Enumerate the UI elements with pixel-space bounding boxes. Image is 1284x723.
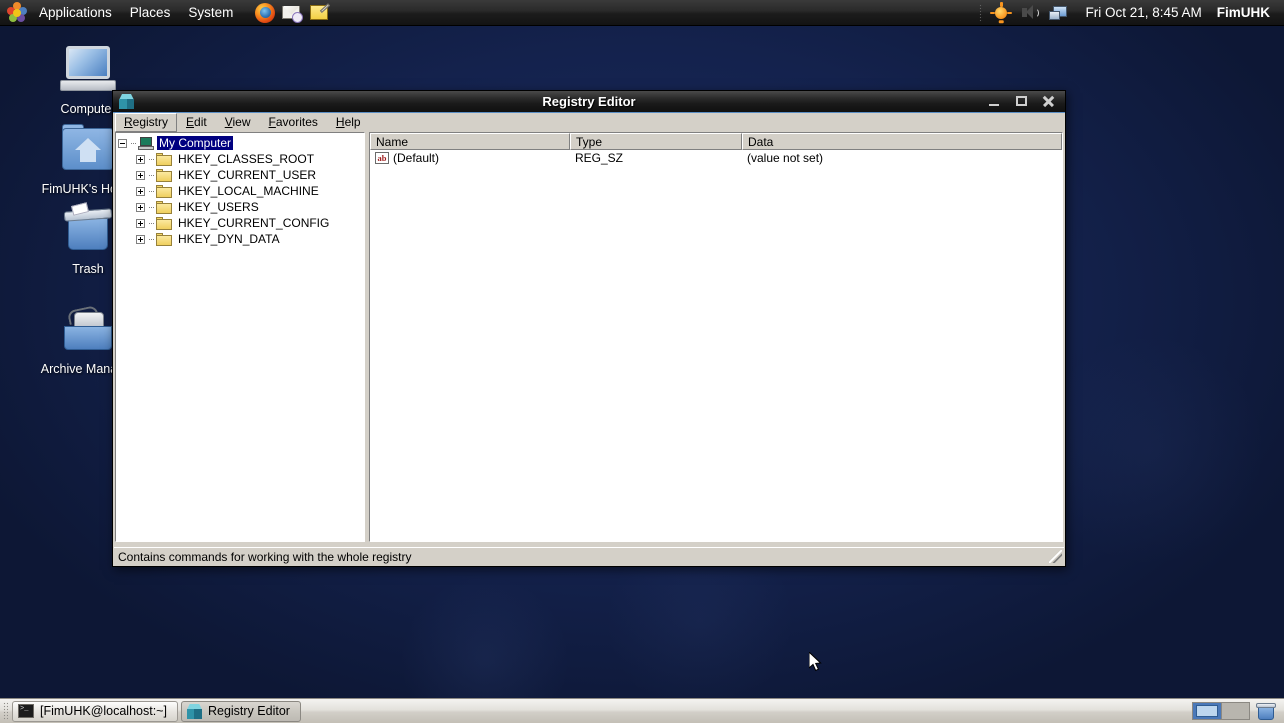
registry-cube-icon <box>119 94 134 109</box>
menu-registry[interactable]: Registry <box>115 112 178 132</box>
tree-item-hkey-current-user[interactable]: HKEY_CURRENT_USER <box>118 167 364 183</box>
tree-item-hkey-local-machine[interactable]: HKEY_LOCAL_MACHINE <box>118 183 364 199</box>
menu-view[interactable]: View <box>216 113 260 132</box>
column-header-name[interactable]: Name <box>370 133 570 150</box>
computer-tree-icon <box>138 136 154 150</box>
expand-icon[interactable] <box>136 186 145 196</box>
cell-name: ab (Default) <box>370 151 570 165</box>
taskbar-item-registry-editor-label: Registry Editor <box>207 704 290 718</box>
tree-line <box>131 142 136 144</box>
registry-editor-window: Registry Editor Registry Edit View Favor… <box>112 90 1066 567</box>
window-controls <box>988 95 1065 108</box>
cell-data: (value not set) <box>747 151 824 165</box>
evolution-mail-icon[interactable] <box>281 2 304 24</box>
brightness-icon[interactable] <box>990 1 1013 24</box>
window-body: My Computer HKEY_CLASSES_ROOT HKEY_CURRE… <box>113 132 1065 566</box>
tree-item-hkey-dyn-data[interactable]: HKEY_DYN_DATA <box>118 231 364 247</box>
list-rows: ab (Default) REG_SZ (value not set) <box>370 150 1062 166</box>
places-menu[interactable]: Places <box>121 2 180 24</box>
tree-line <box>149 238 154 240</box>
window-titlebar[interactable]: Registry Editor <box>113 91 1065 113</box>
menubar: Registry Edit View Favorites Help <box>113 112 1065 132</box>
panes: My Computer HKEY_CLASSES_ROOT HKEY_CURRE… <box>115 132 1063 542</box>
panel-grip <box>3 702 8 720</box>
folder-icon <box>156 184 172 198</box>
system-menu[interactable]: System <box>179 2 242 24</box>
tree-line <box>149 190 154 192</box>
folder-icon <box>156 200 172 214</box>
status-bar-text: Contains commands for working with the w… <box>118 549 412 564</box>
menu-help[interactable]: Help <box>327 113 370 132</box>
menu-favorites[interactable]: Favorites <box>260 113 327 132</box>
trash-applet-icon[interactable] <box>1256 702 1276 721</box>
expand-icon[interactable] <box>136 202 145 212</box>
tree-item-label: HKEY_CURRENT_CONFIG <box>178 216 330 230</box>
terminal-icon: >_ <box>18 704 34 718</box>
expand-icon[interactable] <box>136 218 145 228</box>
list-header: Name Type Data <box>370 133 1062 150</box>
tree-line <box>149 206 154 208</box>
table-row[interactable]: ab (Default) REG_SZ (value not set) <box>370 150 1062 166</box>
registry-cube-icon <box>186 703 202 719</box>
volume-icon[interactable] <box>1019 2 1041 24</box>
workspace-switcher[interactable] <box>1192 702 1250 720</box>
network-icon[interactable] <box>1048 2 1070 24</box>
panel-launchers <box>254 2 331 24</box>
column-header-data[interactable]: Data <box>742 133 1062 150</box>
folder-icon <box>156 232 172 246</box>
folder-icon <box>156 216 172 230</box>
string-value-icon: ab <box>375 152 389 164</box>
tree-item-label: HKEY_CLASSES_ROOT <box>178 152 315 166</box>
cell-type: REG_SZ <box>575 151 624 165</box>
text-editor-icon[interactable] <box>308 2 331 24</box>
taskbar-item-registry-editor[interactable]: Registry Editor <box>180 700 301 722</box>
clock[interactable]: Fri Oct 21, 8:45 AM <box>1077 5 1209 20</box>
minimize-button[interactable] <box>988 95 1001 108</box>
menu-edit[interactable]: Edit <box>177 113 216 132</box>
column-header-type[interactable]: Type <box>570 133 742 150</box>
status-bar: Contains commands for working with the w… <box>114 547 1064 565</box>
tree-item-hkey-current-config[interactable]: HKEY_CURRENT_CONFIG <box>118 215 364 231</box>
collapse-icon[interactable] <box>118 138 127 148</box>
expand-icon[interactable] <box>136 154 145 164</box>
panel-grip <box>979 3 984 22</box>
tree-line <box>149 158 154 160</box>
maximize-button[interactable] <box>1015 95 1028 108</box>
folder-icon <box>156 168 172 182</box>
registry-value-list[interactable]: Name Type Data ab (Default) REG_SZ (valu… <box>369 132 1063 542</box>
tree-item-hkey-users[interactable]: HKEY_USERS <box>118 199 364 215</box>
applications-menu[interactable]: Applications <box>30 2 121 24</box>
window-title: Registry Editor <box>542 94 636 109</box>
workspace-1[interactable] <box>1193 703 1221 719</box>
tree-item-label: HKEY_CURRENT_USER <box>178 168 317 182</box>
tree-item-hkey-classes-root[interactable]: HKEY_CLASSES_ROOT <box>118 151 364 167</box>
registry-tree[interactable]: My Computer HKEY_CLASSES_ROOT HKEY_CURRE… <box>115 132 365 542</box>
tree-line <box>149 174 154 176</box>
tree-item-my-computer-label: My Computer <box>157 136 234 150</box>
workspace-2[interactable] <box>1220 703 1250 719</box>
taskbar-item-terminal-label: [FimUHK@localhost:~] <box>40 704 167 718</box>
close-button[interactable] <box>1042 95 1055 108</box>
taskbar-item-terminal[interactable]: >_ [FimUHK@localhost:~] <box>12 700 178 722</box>
user-name[interactable]: FimUHK <box>1217 5 1274 20</box>
resize-grip[interactable] <box>1049 550 1062 563</box>
system-tray: Fri Oct 21, 8:45 AM FimUHK <box>979 1 1284 24</box>
firefox-icon[interactable] <box>254 2 276 24</box>
bottom-panel: >_ [FimUHK@localhost:~] Registry Editor <box>0 698 1284 723</box>
gnome-foot-icon[interactable] <box>6 1 28 24</box>
folder-icon <box>156 152 172 166</box>
tree-item-label: HKEY_USERS <box>178 200 259 214</box>
top-panel: Applications Places System Fri Oct 21, 8… <box>0 0 1284 26</box>
tree-line <box>149 222 154 224</box>
tree-item-label: HKEY_DYN_DATA <box>178 232 280 246</box>
tree-item-label: HKEY_LOCAL_MACHINE <box>178 184 319 198</box>
expand-icon[interactable] <box>136 234 145 244</box>
cell-name-text: (Default) <box>393 151 440 165</box>
tree-item-my-computer[interactable]: My Computer <box>118 135 364 151</box>
expand-icon[interactable] <box>136 170 145 180</box>
bottom-panel-right <box>1192 702 1284 721</box>
